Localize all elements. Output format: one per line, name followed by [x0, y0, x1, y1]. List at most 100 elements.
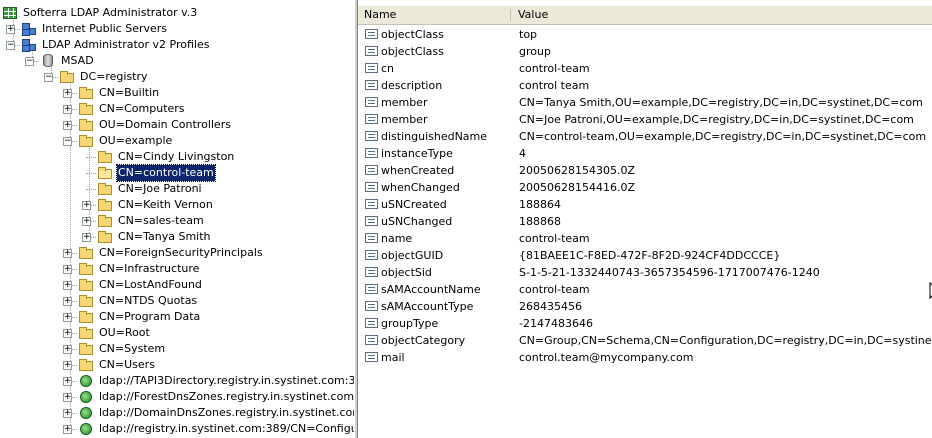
tree-cn-ntds-quotas[interactable]: + CN=NTDS Quotas [0, 293, 354, 309]
property-row[interactable]: member CN=Tanya Smith,OU=example,DC=regis… [358, 94, 932, 111]
property-row[interactable]: objectSid S-1-5-21-1332440743-3657354596-… [358, 264, 932, 281]
tree-ldap-configuration[interactable]: + ldap://registry.in.systinet.com:389/CN=… [0, 421, 354, 437]
property-row[interactable]: whenChanged 20050628154416.0Z [358, 179, 932, 196]
tree-node-label[interactable]: CN=Builtin [98, 85, 160, 101]
tree-cn-users[interactable]: + CN=Users [0, 357, 354, 373]
tree-dc-registry[interactable]: − DC=registry [0, 69, 354, 85]
property-row[interactable]: uSNChanged 188868 [358, 213, 932, 230]
expand-icon[interactable]: + [63, 105, 72, 114]
expand-icon[interactable]: + [82, 233, 91, 242]
property-row[interactable]: sAMAccountName control-team [358, 281, 932, 298]
collapse-icon[interactable]: − [6, 41, 15, 50]
expand-icon[interactable]: + [63, 249, 72, 258]
expand-icon[interactable]: + [63, 281, 72, 290]
collapse-icon[interactable]: − [25, 57, 34, 66]
tree-ldap-forestdnszones[interactable]: + ldap://ForestDnsZones.registry.in.systi… [0, 389, 354, 405]
property-row[interactable]: sAMAccountType 268435456 [358, 298, 932, 315]
tree-cn-sales-team[interactable]: + CN=sales-team [0, 213, 354, 229]
tree-node-label[interactable]: CN=ForeignSecurityPrincipals [98, 245, 264, 261]
tree-cn-foreign-security-principals[interactable]: + CN=ForeignSecurityPrincipals [0, 245, 354, 261]
tree-cn-builtin[interactable]: + CN=Builtin [0, 85, 354, 101]
tree-node-label[interactable]: CN=Keith Vernon [117, 197, 214, 213]
expand-icon[interactable]: + [63, 329, 72, 338]
collapse-icon[interactable]: − [63, 137, 72, 146]
expand-icon[interactable]: + [63, 121, 72, 130]
tree-node-label[interactable]: CN=System [98, 341, 166, 357]
property-row[interactable]: uSNCreated 188864 [358, 196, 932, 213]
tree-cn-lostandfound[interactable]: + CN=LostAndFound [0, 277, 354, 293]
property-row[interactable]: groupType -2147483646 [358, 315, 932, 332]
expand-icon[interactable]: + [63, 265, 72, 274]
tree-cn-computers[interactable]: + CN=Computers [0, 101, 354, 117]
tree-root[interactable]: Softerra LDAP Administrator v.3 [0, 5, 354, 21]
tree-node-label[interactable]: Internet Public Servers [41, 21, 168, 37]
tree-node-label[interactable]: OU=Domain Controllers [98, 117, 232, 133]
tree-node-label[interactable]: Softerra LDAP Administrator v.3 [22, 5, 198, 21]
tree-node-label[interactable]: DC=registry [79, 69, 149, 85]
tree-node-label[interactable]: CN=Computers [98, 101, 186, 117]
tree-node-label[interactable]: LDAP Administrator v2 Profiles [41, 37, 210, 53]
tree-node-label[interactable]: CN=Cindy Livingston [117, 149, 235, 165]
tree-cn-control-team[interactable]: CN=control-team [0, 164, 354, 182]
tree-ou-domain-controllers[interactable]: + OU=Domain Controllers [0, 117, 354, 133]
column-header-value[interactable]: Value [512, 6, 932, 24]
property-row[interactable]: distinguishedName CN=control-team,OU=exam… [358, 128, 932, 145]
expand-icon[interactable]: + [63, 425, 72, 434]
tree-node-label[interactable]: CN=Tanya Smith [117, 229, 212, 245]
tree-cn-program-data[interactable]: + CN=Program Data [0, 309, 354, 325]
tree-cn-cindy-livingston[interactable]: CN=Cindy Livingston [0, 149, 354, 165]
tree-cn-tanya-smith[interactable]: + CN=Tanya Smith [0, 229, 354, 245]
tree-ou-root[interactable]: + OU=Root [0, 325, 354, 341]
expand-icon[interactable]: + [63, 393, 72, 402]
property-row[interactable]: instanceType 4 [358, 145, 932, 162]
property-row[interactable]: objectGUID {81BAEE1C-F8ED-472F-8F2D-924CF… [358, 247, 932, 264]
property-row[interactable]: member CN=Joe Patroni,OU=example,DC=regis… [358, 111, 932, 128]
column-header-name[interactable]: Name [358, 6, 510, 24]
tree-node-label[interactable]: ldap://registry.in.systinet.com:389/CN=C… [98, 421, 354, 437]
tree-node-label[interactable]: CN=Joe Patroni [117, 181, 203, 197]
tree-cn-system[interactable]: + CN=System [0, 341, 354, 357]
expand-icon[interactable]: + [63, 89, 72, 98]
property-row[interactable]: cn control-team [358, 60, 932, 77]
expand-icon[interactable]: + [82, 217, 91, 226]
property-row[interactable]: objectClass top [358, 26, 932, 43]
property-row[interactable]: name control-team [358, 230, 932, 247]
expand-icon[interactable]: + [63, 361, 72, 370]
property-row[interactable]: objectClass group [358, 43, 932, 60]
expand-icon[interactable]: + [63, 409, 72, 418]
tree-node-label[interactable]: CN=control-team [116, 164, 216, 182]
property-row[interactable]: objectCategory CN=Group,CN=Schema,CN=Conf… [358, 332, 932, 349]
tree-cn-joe-patroni[interactable]: CN=Joe Patroni [0, 181, 354, 197]
tree-msad[interactable]: − MSAD [0, 53, 354, 69]
expand-icon[interactable]: + [63, 313, 72, 322]
expand-icon[interactable]: + [82, 201, 91, 210]
property-row[interactable]: description control team [358, 77, 932, 94]
tree-node-label[interactable]: CN=sales-team [117, 213, 205, 229]
property-row[interactable]: whenCreated 20050628154305.0Z [358, 162, 932, 179]
tree-cn-infrastructure[interactable]: + CN=Infrastructure [0, 261, 354, 277]
tree-node-label[interactable]: CN=Users [98, 357, 156, 373]
tree-ou-example[interactable]: − OU=example [0, 133, 354, 149]
ldap-tree-view[interactable]: Softerra LDAP Administrator v.3 + Internet… [0, 0, 354, 438]
expand-icon[interactable]: + [63, 345, 72, 354]
tree-node-label[interactable]: CN=NTDS Quotas [98, 293, 198, 309]
tree-ldap-domaindnszones[interactable]: + ldap://DomainDnsZones.registry.in.systi… [0, 405, 354, 421]
collapse-icon[interactable]: − [44, 73, 53, 82]
column-header-divider[interactable] [510, 9, 511, 21]
tree-cn-keith-vernon[interactable]: + CN=Keith Vernon [0, 197, 354, 213]
expand-icon[interactable]: + [6, 25, 15, 34]
tree-ldap-profiles[interactable]: − LDAP Administrator v2 Profiles [0, 37, 354, 53]
tree-node-label[interactable]: MSAD [60, 53, 95, 69]
property-row[interactable]: mail control.team@mycompany.com [358, 349, 932, 366]
tree-node-label[interactable]: ldap://ForestDnsZones.registry.in.systin… [98, 389, 354, 405]
expand-icon[interactable]: + [63, 297, 72, 306]
properties-list-view[interactable]: Name Value objectClass top objectClass grou… [358, 0, 932, 438]
tree-node-label[interactable]: OU=example [98, 133, 173, 149]
tree-node-label[interactable]: ldap://TAPI3Directory.registry.in.systin… [98, 373, 354, 389]
expand-icon[interactable]: + [63, 377, 72, 386]
tree-node-label[interactable]: OU=Root [98, 325, 151, 341]
tree-node-label[interactable]: CN=Infrastructure [98, 261, 200, 277]
tree-node-label[interactable]: CN=Program Data [98, 309, 201, 325]
tree-node-label[interactable]: CN=LostAndFound [98, 277, 203, 293]
tree-node-label[interactable]: ldap://DomainDnsZones.registry.in.systin… [98, 405, 354, 421]
